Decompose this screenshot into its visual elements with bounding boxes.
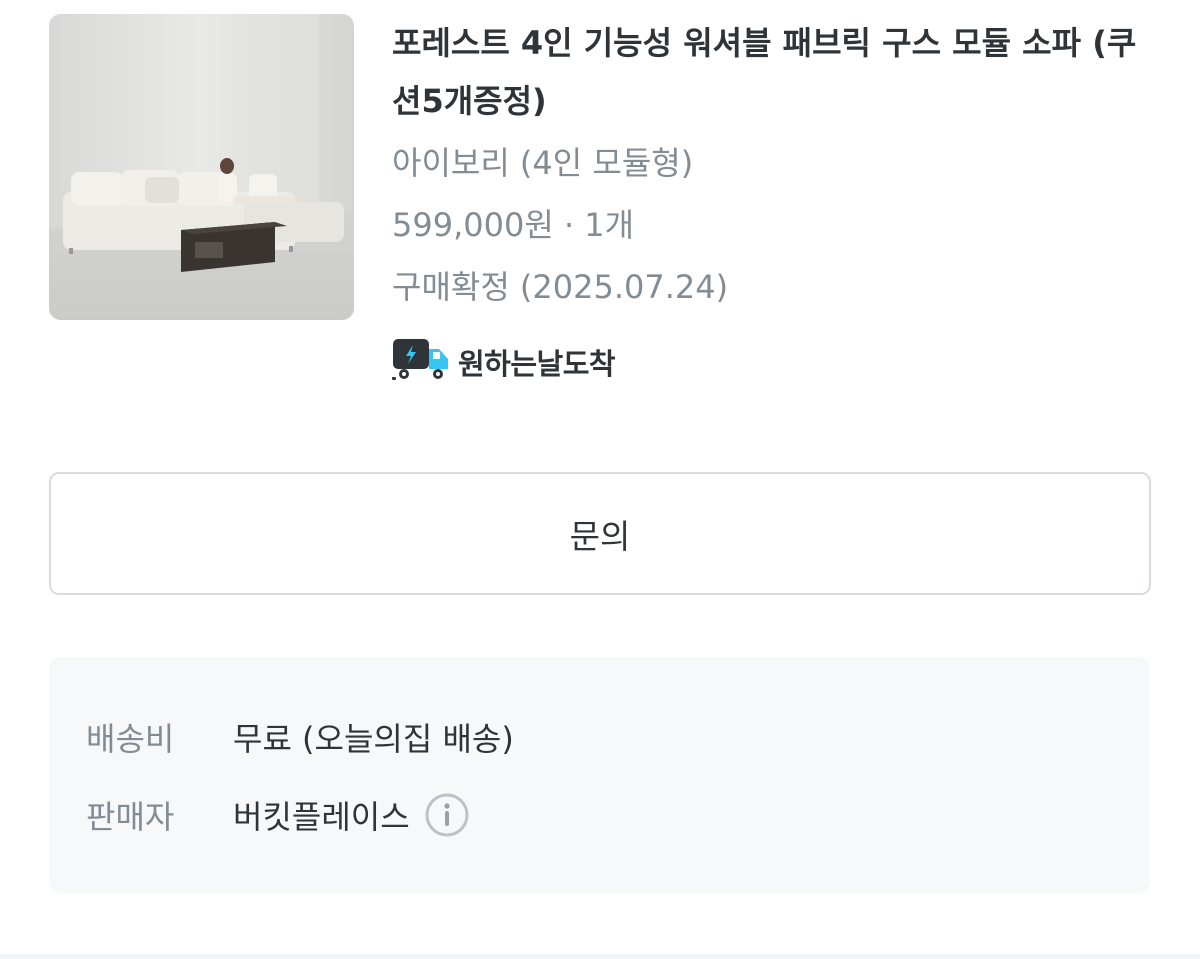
section-divider [0,954,1200,959]
delivery-badge-label: 원하는날도착 [458,347,616,381]
order-product-card: 포레스트 4인 기능성 워셔블 패브릭 구스 모듈 소파 (쿠션5개증정) 아이… [49,14,1159,414]
product-title[interactable]: 포레스트 4인 기능성 워셔블 패브릭 구스 모듈 소파 (쿠션5개증정) [392,14,1152,130]
shipping-fee-value: 무료 (오늘의집 배송) [233,720,514,758]
shipping-fee-row: 배송비 무료 (오늘의집 배송) [86,714,514,760]
product-price-quantity: 599,000원 · 1개 [392,206,635,244]
info-circle-icon[interactable] [424,792,470,838]
seller-row: 판매자 버킷플레이스 [86,792,470,838]
inquiry-button-label: 문의 [569,516,631,556]
product-info: 포레스트 4인 기능성 워셔블 패브릭 구스 모듈 소파 (쿠션5개증정) 아이… [392,14,1152,386]
delivery-badge: 원하는날도착 [392,338,1152,386]
seller-label: 판매자 [86,798,175,836]
product-thumbnail[interactable] [49,14,354,320]
seller-value: 버킷플레이스 [233,798,410,836]
shipping-info-panel: 배송비 무료 (오늘의집 배송) 판매자 버킷플레이스 [49,657,1150,893]
inquiry-button[interactable]: 문의 [49,472,1151,595]
product-option: 아이보리 (4인 모듈형) [392,144,694,182]
order-status: 구매확정 (2025.07.24) [392,268,729,306]
shipping-fee-label: 배송비 [86,720,175,758]
delivery-truck-icon [392,337,450,387]
sofa-photo [49,14,354,320]
